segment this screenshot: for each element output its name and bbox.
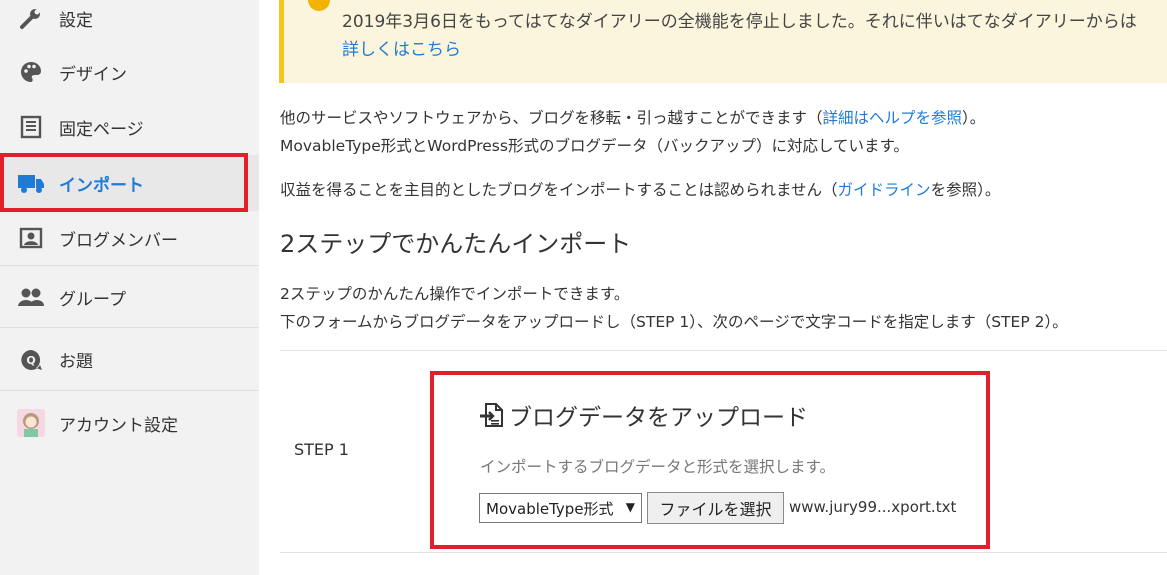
notice-banner: 2019年3月6日をもってはてなダイアリーの全機能を停止しました。それに伴いはて… xyxy=(279,0,1167,83)
divider xyxy=(280,350,1167,351)
sidebar-item-label: アカウント設定 xyxy=(59,415,178,436)
section-desc-1: 2ステップのかんたん操作でインポートできます。 xyxy=(280,285,630,303)
page-icon xyxy=(17,113,45,141)
sidebar-item-groups[interactable]: グループ xyxy=(0,265,259,328)
notice-text: 2019年3月6日をもってはてなダイアリーの全機能を停止しました。それに伴いはて… xyxy=(342,12,1137,32)
intro-line-2: MovableType形式とWordPress形式のブログデータ（バックアップ）… xyxy=(280,137,909,155)
sidebar-item-design[interactable]: デザイン xyxy=(0,44,259,100)
sidebar: 設定 デザイン 固定ページ インポート ブログメンバー グループ Q お題 アカ… xyxy=(0,0,259,575)
import-highlight-box xyxy=(0,153,248,212)
sidebar-item-label: グループ xyxy=(59,289,126,310)
palette-icon xyxy=(17,58,45,86)
intro-text: ）。 xyxy=(962,109,986,127)
sidebar-item-label: デザイン xyxy=(59,64,127,85)
help-link[interactable]: 詳細はヘルプを参照 xyxy=(823,109,963,127)
section-title: 2ステップでかんたんインポート xyxy=(280,230,632,258)
divider xyxy=(280,552,1167,553)
upload-highlight-box xyxy=(430,371,990,549)
sidebar-item-settings[interactable]: 設定 xyxy=(0,0,259,46)
intro-text: を参照）。 xyxy=(930,181,1001,199)
avatar-icon xyxy=(17,409,45,437)
intro-text: 収益を得ることを主目的としたブログをインポートすることは認められません（ xyxy=(280,181,838,199)
intro-text: 他のサービスやソフトウェアから、ブログを移転・引っ越すことができます（ xyxy=(280,109,823,127)
svg-text:Q: Q xyxy=(26,354,35,367)
warning-icon xyxy=(308,0,330,11)
section-desc-2: 下のフォームからブログデータをアップロードし（STEP 1）、次のページで文字コ… xyxy=(280,313,1068,331)
sidebar-item-label: お題 xyxy=(59,352,93,372)
question-icon: Q xyxy=(17,346,45,374)
notice-link[interactable]: 詳しくはこちら xyxy=(342,35,461,60)
sidebar-item-odai[interactable]: Q お題 xyxy=(0,327,259,391)
intro-line-1: 他のサービスやソフトウェアから、ブログを移転・引っ越すことができます（詳細はヘル… xyxy=(280,106,985,128)
sidebar-item-blog-members[interactable]: ブログメンバー xyxy=(0,210,259,266)
wrench-icon xyxy=(17,4,45,32)
member-icon xyxy=(17,224,45,252)
guideline-link[interactable]: ガイドライン xyxy=(838,181,931,199)
sidebar-item-label: 設定 xyxy=(59,10,93,31)
step-label: STEP 1 xyxy=(294,440,349,459)
sidebar-item-label: 固定ページ xyxy=(59,119,144,140)
sidebar-item-static-pages[interactable]: 固定ページ xyxy=(0,99,259,155)
sidebar-item-label: ブログメンバー xyxy=(59,230,178,251)
group-icon xyxy=(17,283,45,311)
intro-line-3: 収益を得ることを主目的としたブログをインポートすることは認められません（ガイドラ… xyxy=(280,178,1000,200)
sidebar-item-account-settings[interactable]: アカウント設定 xyxy=(0,390,259,455)
